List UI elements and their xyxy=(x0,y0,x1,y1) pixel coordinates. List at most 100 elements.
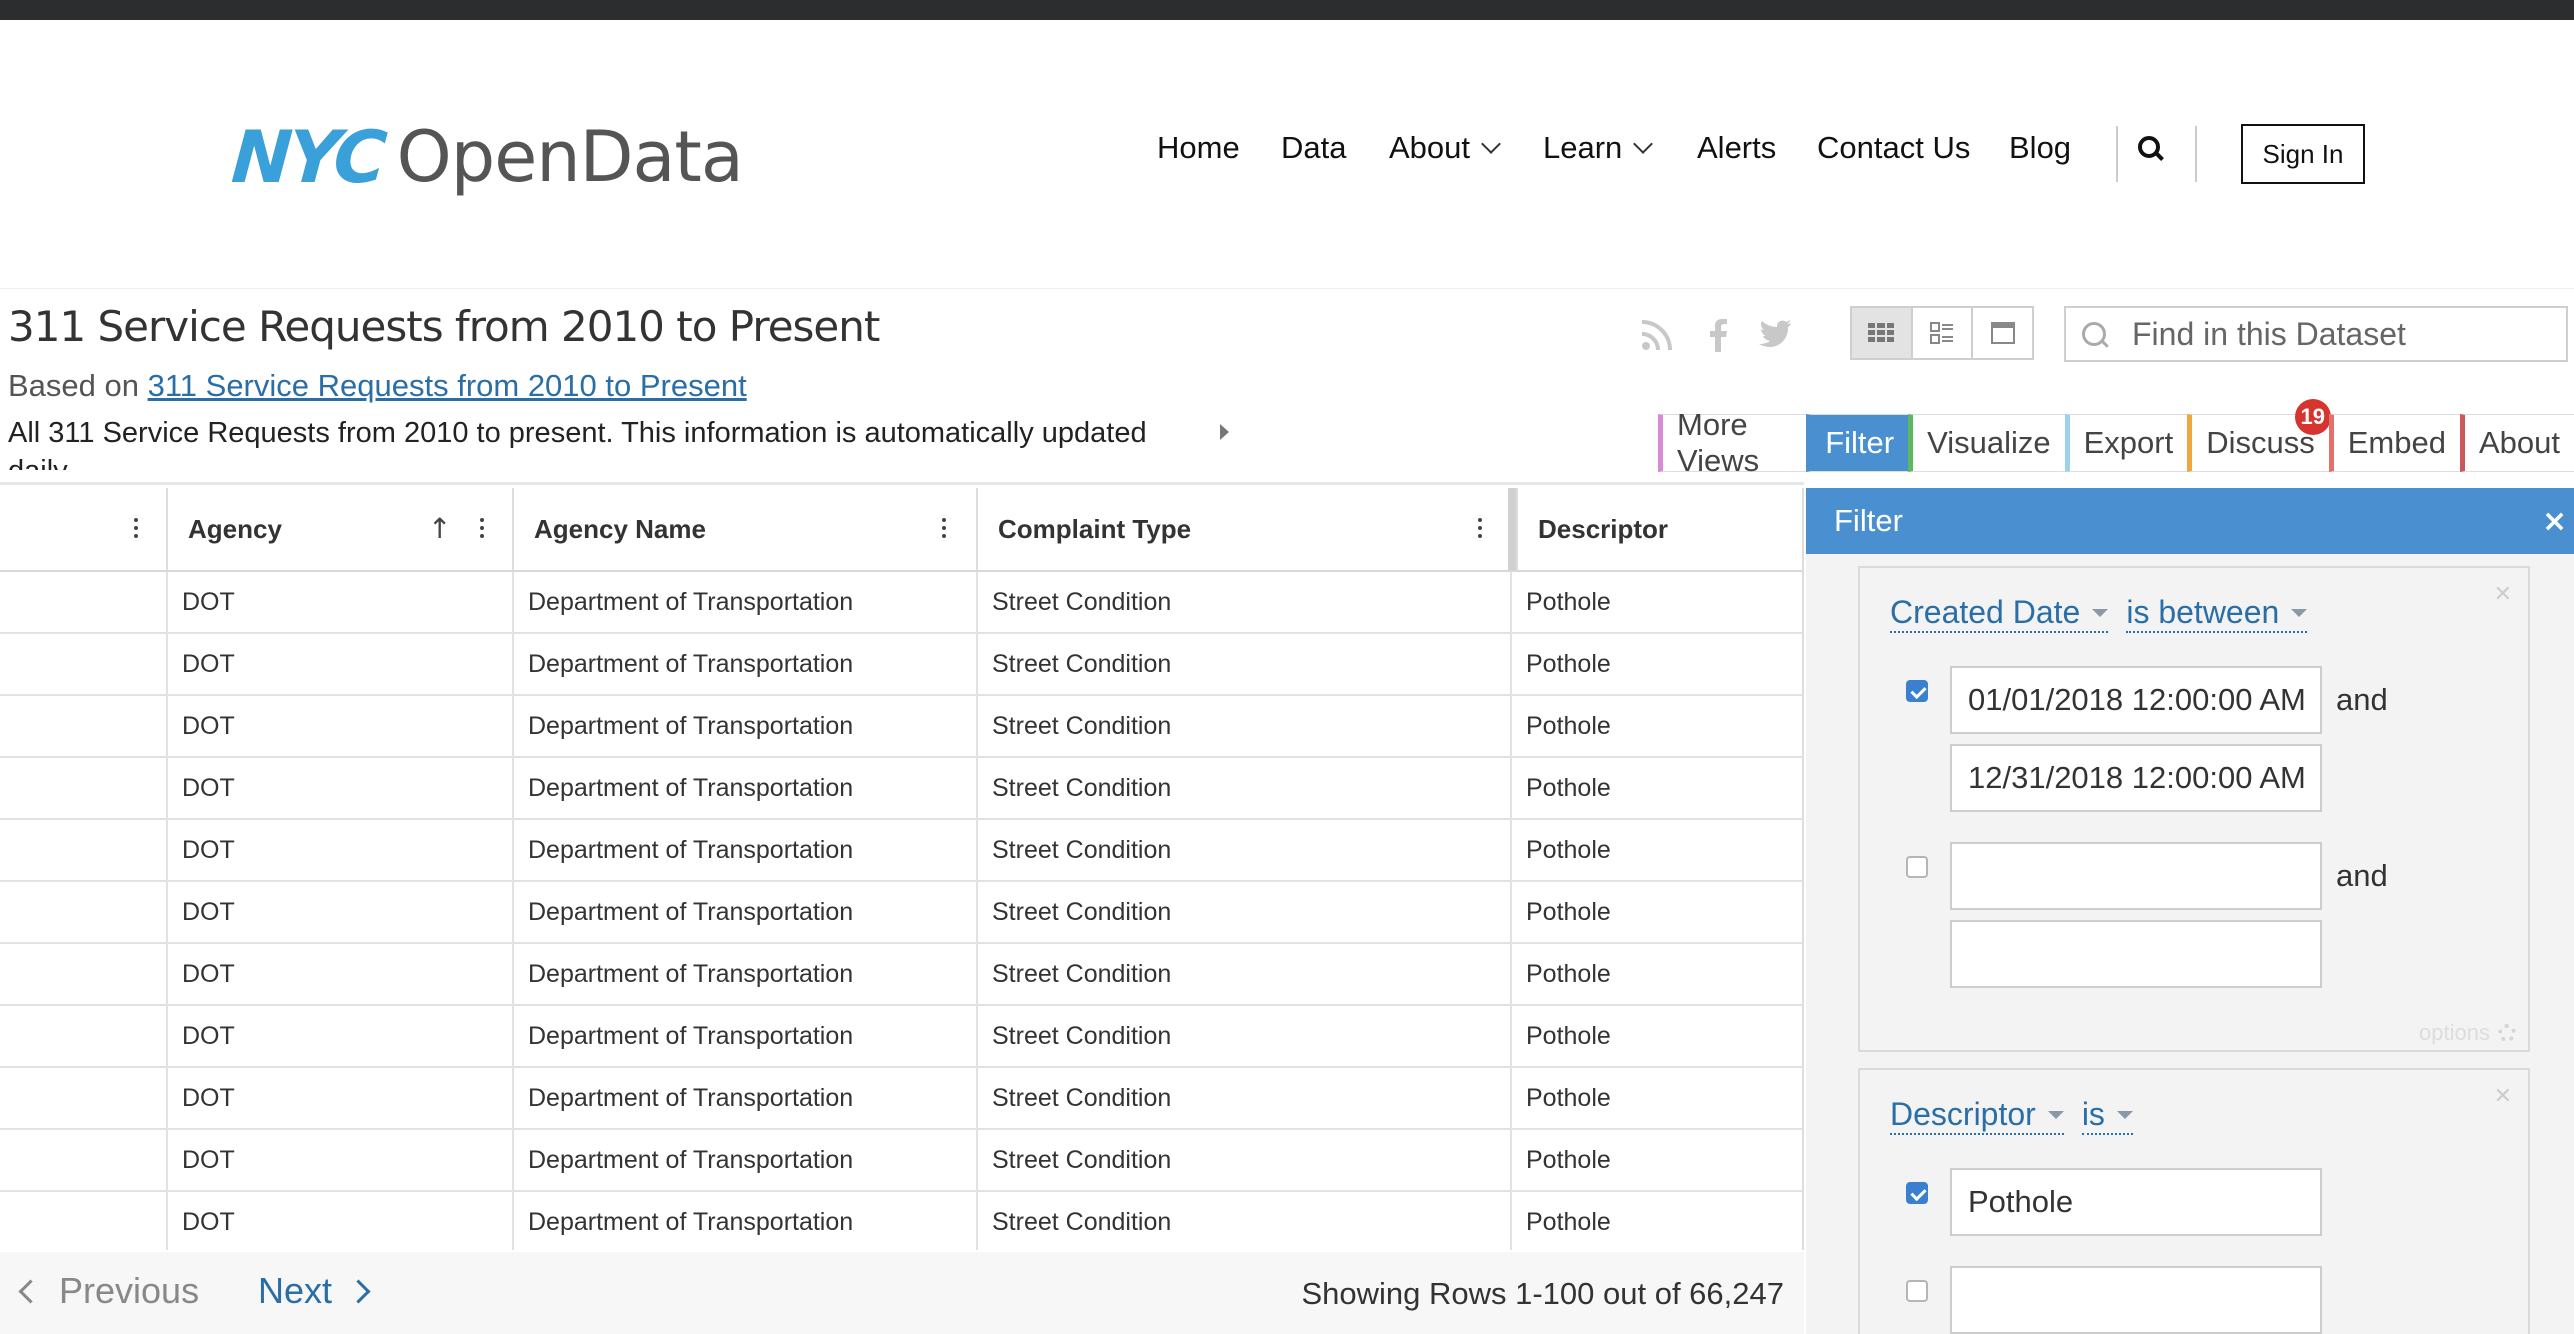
table-row[interactable]: DOT Department of Transportation Street Co… xyxy=(0,882,1802,944)
table-row[interactable]: DOT Department of Transportation Street Co… xyxy=(0,696,1802,758)
agency-name-cell: Department of Transportation xyxy=(512,1006,976,1066)
table-row[interactable]: DOT Department of Transportation Street Co… xyxy=(0,634,1802,696)
search-icon[interactable] xyxy=(2138,136,2164,161)
range-start-input[interactable] xyxy=(1950,842,2322,910)
column-menu-icon[interactable] xyxy=(480,518,484,540)
column-dropdown-label: Created Date xyxy=(1890,594,2081,630)
chevron-left-icon xyxy=(18,1278,43,1304)
column-menu-icon[interactable] xyxy=(134,518,138,540)
value-checkbox[interactable] xyxy=(1906,1182,1928,1204)
descriptor-cell: Pothole xyxy=(1510,634,1802,694)
tab-more-views[interactable]: More Views xyxy=(1658,407,1807,478)
row-cell xyxy=(0,634,166,694)
tab-discuss[interactable]: Discuss 19 xyxy=(2187,399,2331,472)
nav-data[interactable]: Data xyxy=(1281,130,1346,166)
value-input[interactable] xyxy=(1950,1266,2322,1334)
page-view-icon[interactable] xyxy=(1973,308,2032,358)
value-checkbox[interactable] xyxy=(1906,680,1928,702)
logo-opendata: OpenData xyxy=(396,116,744,198)
row-cell xyxy=(0,944,166,1004)
caret-down-icon xyxy=(2092,608,2109,617)
value-checkbox[interactable] xyxy=(1906,1280,1928,1302)
based-on-link[interactable]: 311 Service Requests from 2010 to Presen… xyxy=(148,368,747,403)
nav-learn[interactable]: Learn xyxy=(1543,130,1654,166)
next-button[interactable]: Next xyxy=(258,1270,371,1312)
caret-down-icon xyxy=(2291,608,2308,617)
value-checkbox[interactable] xyxy=(1906,856,1928,878)
descriptor-cell: Pothole xyxy=(1510,1006,1802,1066)
table-row[interactable]: DOT Department of Transportation Street Co… xyxy=(0,820,1802,882)
column-menu-icon[interactable] xyxy=(1478,518,1482,540)
nav-about[interactable]: About xyxy=(1389,130,1501,166)
table-row[interactable]: DOT Department of Transportation Street Co… xyxy=(0,758,1802,820)
tab-embed[interactable]: Embed xyxy=(2328,414,2460,472)
value-input[interactable]: Pothole xyxy=(1950,1168,2322,1236)
range-end-input[interactable]: 12/31/2018 12:00:00 AM xyxy=(1950,744,2322,812)
table-row[interactable]: DOT Department of Transportation Street Co… xyxy=(0,1006,1802,1068)
column-menu-icon[interactable] xyxy=(942,518,946,540)
tab-about[interactable]: About xyxy=(2459,414,2574,472)
table-row[interactable]: DOT Department of Transportation Street Co… xyxy=(0,572,1802,634)
column-dropdown[interactable]: Created Date xyxy=(1890,594,2109,633)
grid-header: Agency ↑ Agency Name Complaint Type Descr… xyxy=(0,488,1802,572)
tab-visualize[interactable]: Visualize xyxy=(1908,414,2065,472)
tab-label: Discuss xyxy=(2206,425,2315,460)
dataset-title: 311 Service Requests from 2010 to Presen… xyxy=(8,302,880,351)
twitter-icon[interactable] xyxy=(1758,318,1792,358)
previous-button[interactable]: Previous xyxy=(18,1270,199,1312)
table-row[interactable]: DOT Department of Transportation Street Co… xyxy=(0,1130,1802,1192)
column-header[interactable] xyxy=(0,488,166,570)
nav-contact-us[interactable]: Contact Us xyxy=(1817,130,1970,166)
column-header-agency-name[interactable]: Agency Name xyxy=(512,488,976,570)
remove-condition-icon[interactable]: ✕ xyxy=(2494,582,2512,607)
agency-cell: DOT xyxy=(166,820,512,880)
based-on-prefix: Based on xyxy=(8,368,148,403)
filter-panel: Filter × ✕ Created Date is between 01/01… xyxy=(1806,488,2574,1334)
column-header-agency[interactable]: Agency ↑ xyxy=(166,488,512,570)
tab-label: Embed xyxy=(2347,425,2446,460)
filter-condition: ✕ Descriptor is Pothole xyxy=(1858,1068,2530,1334)
range-start-input[interactable]: 01/01/2018 12:00:00 AM xyxy=(1950,666,2322,734)
sort-ascending-icon[interactable]: ↑ xyxy=(428,512,451,545)
find-in-dataset xyxy=(2064,306,2568,362)
column-dropdown[interactable]: Descriptor xyxy=(1890,1096,2064,1135)
nyc-opendata-logo[interactable]: NYC OpenData xyxy=(229,112,744,202)
nav-divider xyxy=(2116,126,2118,182)
filter-condition: ✕ Created Date is between 01/01/2018 12:… xyxy=(1858,566,2530,1052)
sign-in-button[interactable]: Sign In xyxy=(2241,124,2365,184)
agency-cell: DOT xyxy=(166,1006,512,1066)
nav-home[interactable]: Home xyxy=(1157,130,1240,166)
tab-filter[interactable]: Filter xyxy=(1806,414,1909,472)
complaint-type-cell: Street Condition xyxy=(976,1192,1510,1250)
column-resize-handle[interactable] xyxy=(1508,488,1516,570)
close-filter-panel-icon[interactable]: × xyxy=(2542,504,2574,539)
column-header-complaint-type[interactable]: Complaint Type xyxy=(976,488,1510,570)
agency-name-cell: Department of Transportation xyxy=(512,882,976,942)
grid-view-icon[interactable] xyxy=(1852,308,1913,358)
table-row[interactable]: DOT Department of Transportation Street Co… xyxy=(0,944,1802,1006)
find-in-dataset-input[interactable] xyxy=(2130,314,2554,354)
nav-alerts[interactable]: Alerts xyxy=(1697,130,1776,166)
rss-icon[interactable] xyxy=(1640,318,1674,361)
operator-dropdown[interactable]: is xyxy=(2081,1096,2133,1135)
complaint-type-cell: Street Condition xyxy=(976,882,1510,942)
descriptor-cell: Pothole xyxy=(1510,1068,1802,1128)
complaint-type-cell: Street Condition xyxy=(976,696,1510,756)
operator-dropdown[interactable]: is between xyxy=(2126,594,2308,633)
row-cell xyxy=(0,1068,166,1128)
descriptor-cell: Pothole xyxy=(1510,882,1802,942)
range-end-input[interactable] xyxy=(1950,920,2322,988)
condition-options[interactable]: options xyxy=(2419,1020,2516,1046)
agency-name-cell: Department of Transportation xyxy=(512,696,976,756)
facebook-icon[interactable] xyxy=(1708,318,1728,361)
table-row[interactable]: DOT Department of Transportation Street Co… xyxy=(0,1192,1802,1250)
nav-blog[interactable]: Blog xyxy=(2009,130,2071,166)
list-view-icon[interactable] xyxy=(1913,308,1974,358)
remove-condition-icon[interactable]: ✕ xyxy=(2494,1084,2512,1109)
nav-alerts-label: Alerts xyxy=(1697,130,1777,165)
nav-divider xyxy=(2195,126,2197,182)
column-header-descriptor[interactable]: Descriptor xyxy=(1516,488,1802,570)
tab-export[interactable]: Export xyxy=(2064,414,2188,472)
table-row[interactable]: DOT Department of Transportation Street Co… xyxy=(0,1068,1802,1130)
expand-description-icon[interactable] xyxy=(1220,424,1229,440)
